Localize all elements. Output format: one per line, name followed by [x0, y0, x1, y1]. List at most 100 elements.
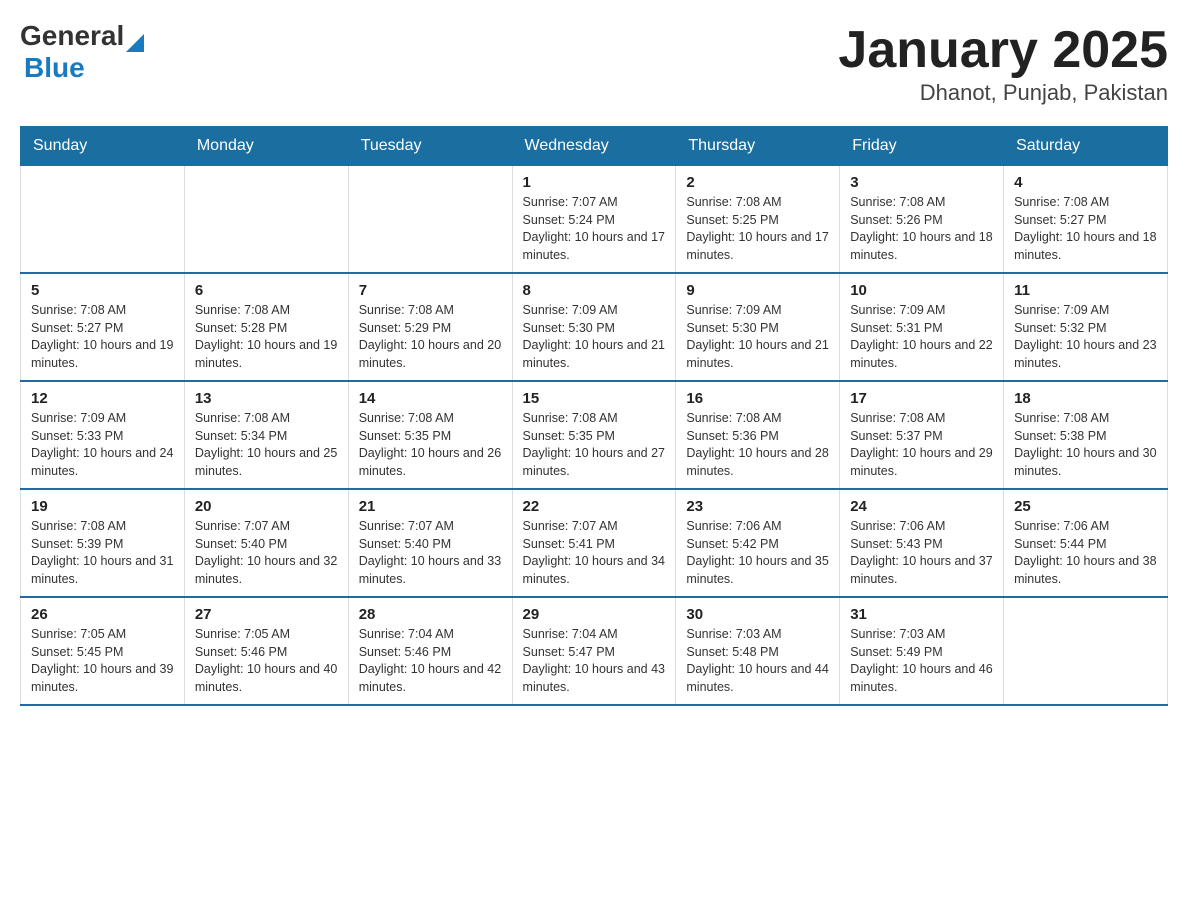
day-info: Sunrise: 7:08 AM Sunset: 5:34 PM Dayligh…: [195, 410, 338, 480]
calendar-day-cell: 19 Sunrise: 7:08 AM Sunset: 5:39 PM Dayli…: [21, 489, 185, 597]
calendar-title: January 2025: [838, 20, 1168, 80]
day-info: Sunrise: 7:09 AM Sunset: 5:31 PM Dayligh…: [850, 302, 993, 372]
day-number: 7: [359, 282, 502, 299]
calendar-day-cell: 17 Sunrise: 7:08 AM Sunset: 5:37 PM Dayli…: [840, 381, 1004, 489]
calendar-day-cell: 5 Sunrise: 7:08 AM Sunset: 5:27 PM Daylig…: [21, 273, 185, 381]
logo-blue-text: Blue: [24, 52, 85, 84]
day-number: 12: [31, 390, 174, 407]
day-number: 28: [359, 606, 502, 623]
day-info: Sunrise: 7:08 AM Sunset: 5:25 PM Dayligh…: [686, 194, 829, 264]
day-info: Sunrise: 7:03 AM Sunset: 5:48 PM Dayligh…: [686, 626, 829, 696]
day-number: 11: [1014, 282, 1157, 299]
calendar-day-cell: 23 Sunrise: 7:06 AM Sunset: 5:42 PM Dayli…: [676, 489, 840, 597]
weekday-header-saturday: Saturday: [1004, 127, 1168, 166]
day-info: Sunrise: 7:05 AM Sunset: 5:45 PM Dayligh…: [31, 626, 174, 696]
calendar-day-cell: [184, 166, 348, 274]
weekday-header-wednesday: Wednesday: [512, 127, 676, 166]
day-info: Sunrise: 7:08 AM Sunset: 5:38 PM Dayligh…: [1014, 410, 1157, 480]
logo-general-text: General: [20, 20, 124, 52]
calendar-day-cell: 6Sunrise: 7:08 AM Sunset: 5:28 PM Daylig…: [184, 273, 348, 381]
day-info: Sunrise: 7:07 AM Sunset: 5:41 PM Dayligh…: [523, 518, 666, 588]
page-header: General Blue January 2025 Dhanot, Punjab…: [20, 20, 1168, 106]
calendar-day-cell: [348, 166, 512, 274]
day-number: 17: [850, 390, 993, 407]
weekday-header-sunday: Sunday: [21, 127, 185, 166]
day-info: Sunrise: 7:06 AM Sunset: 5:42 PM Dayligh…: [686, 518, 829, 588]
day-info: Sunrise: 7:08 AM Sunset: 5:27 PM Dayligh…: [1014, 194, 1157, 264]
day-number: 6: [195, 282, 338, 299]
day-number: 15: [523, 390, 666, 407]
day-info: Sunrise: 7:07 AM Sunset: 5:40 PM Dayligh…: [195, 518, 338, 588]
day-info: Sunrise: 7:08 AM Sunset: 5:26 PM Dayligh…: [850, 194, 993, 264]
weekday-header-monday: Monday: [184, 127, 348, 166]
calendar-day-cell: 3Sunrise: 7:08 AM Sunset: 5:26 PM Daylig…: [840, 166, 1004, 274]
calendar-day-cell: 27 Sunrise: 7:05 AM Sunset: 5:46 PM Dayli…: [184, 597, 348, 705]
day-number: 23: [686, 498, 829, 515]
day-number: 21: [359, 498, 502, 515]
calendar-day-cell: 16Sunrise: 7:08 AM Sunset: 5:36 PM Dayli…: [676, 381, 840, 489]
day-number: 20: [195, 498, 338, 515]
day-number: 25: [1014, 498, 1157, 515]
calendar-day-cell: 29Sunrise: 7:04 AM Sunset: 5:47 PM Dayli…: [512, 597, 676, 705]
calendar-day-cell: 4 Sunrise: 7:08 AM Sunset: 5:27 PM Daylig…: [1004, 166, 1168, 274]
logo-triangle-icon: [126, 34, 144, 52]
day-number: 31: [850, 606, 993, 623]
day-info: Sunrise: 7:08 AM Sunset: 5:39 PM Dayligh…: [31, 518, 174, 588]
calendar-day-cell: 20 Sunrise: 7:07 AM Sunset: 5:40 PM Dayli…: [184, 489, 348, 597]
day-info: Sunrise: 7:07 AM Sunset: 5:24 PM Dayligh…: [523, 194, 666, 264]
calendar-table: SundayMondayTuesdayWednesdayThursdayFrid…: [20, 126, 1168, 706]
calendar-day-cell: [21, 166, 185, 274]
day-info: Sunrise: 7:04 AM Sunset: 5:46 PM Dayligh…: [359, 626, 502, 696]
weekday-header-tuesday: Tuesday: [348, 127, 512, 166]
weekday-header-row: SundayMondayTuesdayWednesdayThursdayFrid…: [21, 127, 1168, 166]
calendar-week-row: 1 Sunrise: 7:07 AM Sunset: 5:24 PM Daylig…: [21, 166, 1168, 274]
day-number: 19: [31, 498, 174, 515]
calendar-day-cell: 15 Sunrise: 7:08 AM Sunset: 5:35 PM Dayli…: [512, 381, 676, 489]
day-info: Sunrise: 7:07 AM Sunset: 5:40 PM Dayligh…: [359, 518, 502, 588]
day-number: 16: [686, 390, 829, 407]
day-info: Sunrise: 7:04 AM Sunset: 5:47 PM Dayligh…: [523, 626, 666, 696]
day-number: 9: [686, 282, 829, 299]
day-number: 27: [195, 606, 338, 623]
day-info: Sunrise: 7:08 AM Sunset: 5:35 PM Dayligh…: [523, 410, 666, 480]
day-number: 5: [31, 282, 174, 299]
calendar-day-cell: 1 Sunrise: 7:07 AM Sunset: 5:24 PM Daylig…: [512, 166, 676, 274]
calendar-day-cell: 26 Sunrise: 7:05 AM Sunset: 5:45 PM Dayli…: [21, 597, 185, 705]
calendar-week-row: 26 Sunrise: 7:05 AM Sunset: 5:45 PM Dayli…: [21, 597, 1168, 705]
calendar-day-cell: 22Sunrise: 7:07 AM Sunset: 5:41 PM Dayli…: [512, 489, 676, 597]
calendar-day-cell: 28 Sunrise: 7:04 AM Sunset: 5:46 PM Dayli…: [348, 597, 512, 705]
calendar-day-cell: 9 Sunrise: 7:09 AM Sunset: 5:30 PM Daylig…: [676, 273, 840, 381]
day-number: 18: [1014, 390, 1157, 407]
day-info: Sunrise: 7:05 AM Sunset: 5:46 PM Dayligh…: [195, 626, 338, 696]
weekday-header-friday: Friday: [840, 127, 1004, 166]
calendar-day-cell: 8Sunrise: 7:09 AM Sunset: 5:30 PM Daylig…: [512, 273, 676, 381]
day-number: 26: [31, 606, 174, 623]
logo: General Blue: [20, 20, 144, 84]
day-number: 13: [195, 390, 338, 407]
calendar-day-cell: 10Sunrise: 7:09 AM Sunset: 5:31 PM Dayli…: [840, 273, 1004, 381]
calendar-day-cell: 30Sunrise: 7:03 AM Sunset: 5:48 PM Dayli…: [676, 597, 840, 705]
day-number: 14: [359, 390, 502, 407]
calendar-day-cell: 7Sunrise: 7:08 AM Sunset: 5:29 PM Daylig…: [348, 273, 512, 381]
calendar-header: SundayMondayTuesdayWednesdayThursdayFrid…: [21, 127, 1168, 166]
day-info: Sunrise: 7:03 AM Sunset: 5:49 PM Dayligh…: [850, 626, 993, 696]
day-info: Sunrise: 7:06 AM Sunset: 5:44 PM Dayligh…: [1014, 518, 1157, 588]
day-number: 1: [523, 174, 666, 191]
calendar-day-cell: 13 Sunrise: 7:08 AM Sunset: 5:34 PM Dayli…: [184, 381, 348, 489]
calendar-day-cell: 25 Sunrise: 7:06 AM Sunset: 5:44 PM Dayli…: [1004, 489, 1168, 597]
day-info: Sunrise: 7:08 AM Sunset: 5:37 PM Dayligh…: [850, 410, 993, 480]
day-info: Sunrise: 7:08 AM Sunset: 5:27 PM Dayligh…: [31, 302, 174, 372]
calendar-week-row: 19 Sunrise: 7:08 AM Sunset: 5:39 PM Dayli…: [21, 489, 1168, 597]
calendar-day-cell: 31 Sunrise: 7:03 AM Sunset: 5:49 PM Dayli…: [840, 597, 1004, 705]
calendar-day-cell: 14 Sunrise: 7:08 AM Sunset: 5:35 PM Dayli…: [348, 381, 512, 489]
day-info: Sunrise: 7:09 AM Sunset: 5:30 PM Dayligh…: [686, 302, 829, 372]
day-info: Sunrise: 7:08 AM Sunset: 5:35 PM Dayligh…: [359, 410, 502, 480]
day-info: Sunrise: 7:09 AM Sunset: 5:33 PM Dayligh…: [31, 410, 174, 480]
day-number: 4: [1014, 174, 1157, 191]
calendar-week-row: 12 Sunrise: 7:09 AM Sunset: 5:33 PM Dayli…: [21, 381, 1168, 489]
calendar-day-cell: [1004, 597, 1168, 705]
calendar-week-row: 5 Sunrise: 7:08 AM Sunset: 5:27 PM Daylig…: [21, 273, 1168, 381]
calendar-subtitle: Dhanot, Punjab, Pakistan: [838, 80, 1168, 106]
day-info: Sunrise: 7:09 AM Sunset: 5:32 PM Dayligh…: [1014, 302, 1157, 372]
day-info: Sunrise: 7:06 AM Sunset: 5:43 PM Dayligh…: [850, 518, 993, 588]
